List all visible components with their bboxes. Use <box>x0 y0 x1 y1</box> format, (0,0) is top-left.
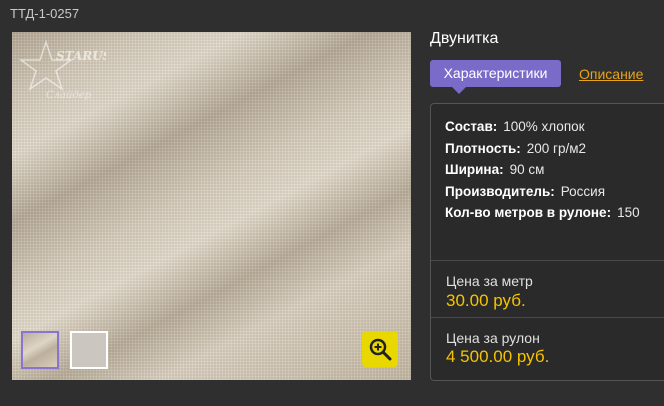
gallery-thumbnail-2[interactable] <box>70 331 108 369</box>
property-value: 200 гр/м2 <box>526 140 587 156</box>
tab-pointer <box>452 87 466 94</box>
property-key: Ширина: <box>445 162 504 177</box>
gallery-thumbnail-1[interactable] <box>21 331 59 369</box>
zoom-button[interactable] <box>362 331 398 367</box>
property-row: Кол-во метров в рулоне: 150 <box>445 205 640 227</box>
property-row: Производитель: Россия <box>445 184 640 206</box>
divider <box>431 260 664 261</box>
tab-characteristics[interactable]: Характеристики <box>430 60 561 94</box>
tab-characteristics-label: Характеристики <box>443 65 548 81</box>
property-key: Кол-во метров в рулоне: <box>445 205 612 220</box>
property-row: Ширина: 90 см <box>445 162 640 184</box>
property-value: Россия <box>560 183 606 199</box>
price-per-meter-label: Цена за метр <box>446 273 533 289</box>
property-list: Состав: 100% хлопок Плотность: 200 гр/м2 Ш… <box>445 119 640 227</box>
characteristics-panel: Состав: 100% хлопок Плотность: 200 гр/м2 Ш… <box>430 103 664 381</box>
divider <box>431 317 664 318</box>
property-value: 150 <box>617 205 640 220</box>
brand-logo: STARUS Слайдер <box>18 39 106 101</box>
price-per-roll-value: 4 500.00 руб. <box>446 347 550 366</box>
property-key: Плотность: <box>445 140 521 156</box>
property-key: Производитель: <box>445 183 555 199</box>
product-title: Двунитка <box>430 30 499 47</box>
svg-text:Слайдер: Слайдер <box>46 90 92 101</box>
property-key: Состав: <box>445 119 498 134</box>
property-value: 90 см <box>509 162 545 177</box>
property-row: Состав: 100% хлопок <box>445 119 640 141</box>
product-photo[interactable]: STARUS Слайдер <box>12 32 411 380</box>
magnifier-plus-icon <box>369 338 392 361</box>
property-row: Плотность: 200 гр/м2 <box>445 141 640 163</box>
product-sku: ТТД-1-0257 <box>10 6 80 21</box>
price-per-meter-value: 30.00 руб. <box>446 291 526 310</box>
tab-description[interactable]: Описание <box>579 66 643 82</box>
price-per-roll-label: Цена за рулон <box>446 330 540 346</box>
property-value: 100% хлопок <box>503 119 585 134</box>
svg-text:STARUS: STARUS <box>56 49 106 63</box>
